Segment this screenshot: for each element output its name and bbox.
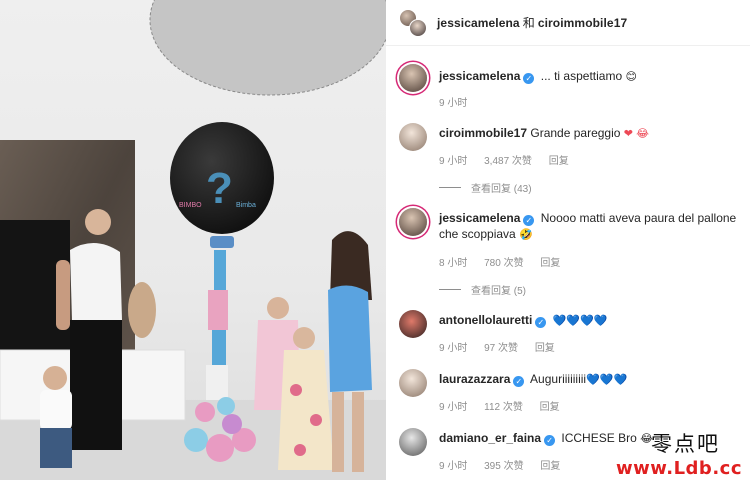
avatar[interactable] — [399, 123, 427, 151]
balloon-label-right: Bimba — [236, 202, 256, 209]
comment-username[interactable]: damiano_er_faina — [439, 431, 541, 445]
reply-button[interactable]: 回复 — [540, 402, 560, 413]
watermark-logo-text: 零点吧 — [651, 432, 720, 456]
avatar[interactable] — [399, 208, 427, 236]
comment-meta: 9 小时 3,487 次赞 回复 — [439, 152, 583, 167]
comment-time: 9 小时 — [439, 461, 468, 472]
view-replies-button[interactable]: 查看回复 (5) — [439, 282, 526, 297]
verified-badge-icon: ✓ — [544, 435, 556, 446]
post-photo[interactable]: ? BIMBO Bimba — [0, 0, 386, 480]
reply-button[interactable]: 回复 — [540, 461, 560, 472]
balloon-question-mark: ? — [206, 164, 233, 213]
comment-likes[interactable]: 112 次赞 — [484, 402, 523, 413]
comment-likes[interactable]: 3,487 次赞 — [484, 156, 532, 167]
avatar[interactable] — [399, 369, 427, 397]
reply-button[interactable]: 回复 — [535, 343, 555, 354]
divider — [439, 289, 461, 290]
comment-meta: 9 小时 112 次赞 回复 — [439, 398, 574, 413]
author-link-2[interactable]: ciroimmobile17 — [538, 16, 627, 30]
comment-username[interactable]: laurazazzara — [439, 372, 510, 386]
comment-time: 9 小时 — [439, 156, 468, 167]
post-header: jessicamelena 和 ciroimmobile17 — [386, 0, 750, 46]
comment-username[interactable]: ciroimmobile17 — [439, 126, 527, 140]
comment-likes[interactable]: 780 次赞 — [484, 258, 523, 269]
reply-button[interactable]: 回复 — [540, 258, 560, 269]
comment-text: Grande pareggio — [530, 126, 621, 140]
comment-text: Auguriiiiiiiii — [530, 372, 587, 386]
comment-likes[interactable]: 97 次赞 — [484, 343, 518, 354]
comment-likes[interactable]: 395 次赞 — [484, 461, 523, 472]
comment-time: 9 小时 — [439, 98, 468, 109]
comment-time: 8 小时 — [439, 258, 468, 269]
collab-avatars[interactable] — [399, 8, 427, 37]
reply-button[interactable]: 回复 — [549, 156, 569, 167]
comment-text: ... ti aspettiamo — [540, 69, 623, 83]
blue-hearts-emoji-icon: 💙💙💙 — [586, 374, 628, 386]
avatar — [409, 18, 427, 37]
comment-meta: 9 小时 97 次赞 回复 — [439, 339, 569, 354]
avatar[interactable] — [399, 428, 427, 456]
view-replies-label: 查看回复 (5) — [471, 286, 526, 297]
view-replies-label: 查看回复 (43) — [471, 184, 532, 195]
comments-panel: jessicamelena 和 ciroimmobile17 jessicamele… — [386, 0, 750, 480]
rofl-emoji-icon: 🤣 — [519, 229, 533, 241]
divider — [439, 187, 461, 188]
view-replies-button[interactable]: 查看回复 (43) — [439, 180, 532, 195]
comment-time: 9 小时 — [439, 343, 468, 354]
avatar[interactable] — [399, 310, 427, 338]
comment-username[interactable]: jessicamelena — [439, 211, 520, 225]
comment-meta: 9 小时 395 次赞 回复 — [439, 457, 574, 472]
verified-badge-icon: ✓ — [523, 73, 535, 84]
author-joiner: 和 — [522, 16, 535, 30]
comment-time: 9 小时 — [439, 402, 468, 413]
balloon-label-left: BIMBO — [179, 202, 202, 209]
heart-laugh-emoji-icon: ❤ 😂 — [623, 128, 649, 140]
avatar[interactable] — [399, 64, 427, 92]
photo-illustration: ? BIMBO Bimba — [0, 0, 386, 480]
comment-meta: 8 小时 780 次赞 回复 — [439, 254, 574, 269]
verified-badge-icon: ✓ — [513, 376, 525, 387]
verified-badge-icon: ✓ — [535, 317, 547, 328]
verified-badge-icon: ✓ — [523, 215, 535, 226]
post-authors: jessicamelena 和 ciroimmobile17 — [437, 14, 627, 31]
comment-username[interactable]: antonellolauretti — [439, 313, 532, 327]
comment-meta: 9 小时 — [439, 94, 481, 109]
blue-hearts-emoji-icon: 💙💙💙💙 — [552, 315, 608, 327]
comment-username[interactable]: jessicamelena — [439, 69, 520, 83]
author-link-1[interactable]: jessicamelena — [437, 16, 520, 30]
comment-text: ICCHESE Bro — [561, 431, 637, 445]
watermark-url: www.Ldb.cc — [616, 458, 742, 479]
smile-emoji-icon: 😊 — [625, 71, 637, 83]
